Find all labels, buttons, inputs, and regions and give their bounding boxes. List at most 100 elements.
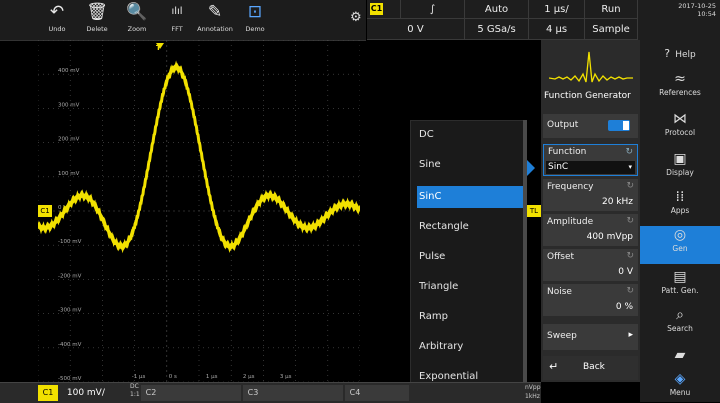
channel-4-tab[interactable]: C4: [345, 385, 409, 401]
date-text: 2017-10-25: [678, 2, 716, 10]
menu-item-arbitrary[interactable]: Arbitrary: [417, 336, 523, 358]
trigger-marker-label: T: [156, 44, 161, 52]
sample-rate[interactable]: 5 GSa/s: [465, 19, 529, 40]
nav-references[interactable]: ≈ References: [640, 70, 720, 106]
fft-button[interactable]: ılıl FFT: [158, 0, 196, 40]
back-button[interactable]: ↵ Back: [543, 356, 638, 380]
menu-item-rectangle[interactable]: Rectangle: [417, 216, 523, 238]
x-tick-label: 0 s: [169, 374, 177, 380]
nav-search[interactable]: ⌕ Search: [640, 306, 720, 342]
function-select[interactable]: SinC ▾: [546, 161, 635, 174]
offset-reset-icon[interactable]: ↻: [626, 251, 634, 261]
menu-item-sinc[interactable]: SinC: [417, 186, 523, 208]
chevron-down-icon: ▾: [628, 163, 632, 171]
time-per-div[interactable]: 1 µs/: [529, 0, 585, 19]
acquisition-mode[interactable]: Sample: [585, 19, 638, 40]
amplitude-label: Amplitude: [547, 217, 594, 227]
x-tick-label: -1 µs: [132, 374, 146, 380]
trigger-position-marker[interactable]: T: [156, 40, 164, 52]
noise-reset-icon[interactable]: ↻: [626, 286, 634, 296]
output-toggle[interactable]: [608, 120, 630, 131]
menu-item-ramp[interactable]: Ramp: [417, 306, 523, 328]
demo-label: Demo: [245, 25, 265, 33]
annotation-label: Annotation: [197, 25, 233, 33]
nav-apps[interactable]: ⁞⁞ Apps: [640, 188, 720, 224]
function-row[interactable]: Function ↻ SinC ▾: [543, 144, 638, 176]
pencil-icon: ✎: [207, 2, 223, 22]
help-icon: ?: [664, 47, 671, 60]
channel-offset-marker[interactable]: C1: [38, 205, 52, 217]
output-label: Output: [547, 120, 579, 130]
channel-3-tab[interactable]: C3: [243, 385, 343, 401]
channel-1-scale: 100 mV/: [66, 388, 105, 398]
sweep-row[interactable]: Sweep ▸: [543, 324, 638, 350]
trigger-mode[interactable]: Auto: [465, 0, 529, 19]
channel-1-tab[interactable]: C1 100 mV/ DC 1:1: [38, 383, 140, 401]
graticule: [38, 40, 360, 382]
noise-value[interactable]: 0 %: [616, 302, 633, 312]
fft-label: FFT: [171, 25, 183, 33]
y-axis-labels: 400 mV300 mV200 mV100 mV0 V-100 mV-200 m…: [58, 68, 82, 382]
help-label: Help: [675, 50, 696, 60]
y-tick-label: 200 mV: [58, 137, 80, 143]
trigger-source-cell[interactable]: C1: [367, 0, 401, 19]
channel-2-tab[interactable]: C2: [141, 385, 241, 401]
undo-button[interactable]: ↶ Undo: [38, 0, 76, 40]
y-tick-label: 100 mV: [58, 171, 80, 177]
trigger-slope[interactable]: ∫: [401, 0, 465, 19]
x-tick-label: 3 µs: [280, 374, 292, 380]
protocol-label: Protocol: [664, 128, 696, 137]
output-row[interactable]: Output: [543, 114, 638, 138]
menu-item-dc[interactable]: DC: [417, 124, 523, 146]
amplitude-row[interactable]: Amplitude ↻ 400 mVpp: [543, 214, 638, 246]
folder-icon: ▰: [674, 347, 686, 363]
amplitude-reset-icon[interactable]: ↻: [626, 216, 634, 226]
amplitude-value[interactable]: 400 mVpp: [587, 232, 633, 242]
nav-help[interactable]: ? Help: [640, 42, 720, 66]
offset-value[interactable]: 0 V: [618, 267, 633, 277]
function-select-value: SinC: [548, 162, 569, 172]
search-icon: ⌕: [676, 307, 684, 323]
y-tick-label: -300 mV: [58, 308, 82, 314]
channel-4-badge: C4: [349, 388, 361, 397]
pattern-generator-icon: ▤: [673, 269, 687, 285]
nav-pattern-generator[interactable]: ▤ Patt. Gen.: [640, 268, 720, 304]
demo-button[interactable]: ⊡ Demo: [236, 0, 274, 40]
menu-item-pulse[interactable]: Pulse: [417, 246, 523, 268]
y-tick-label: -100 mV: [58, 239, 82, 245]
noise-row[interactable]: Noise ↻ 0 %: [543, 284, 638, 316]
waveform-display[interactable]: 400 mV300 mV200 mV100 mV0 V-100 mV-200 m…: [38, 40, 360, 382]
reset-icon[interactable]: ↻: [625, 147, 633, 157]
references-label: References: [659, 88, 701, 97]
offset-row[interactable]: Offset ↻ 0 V: [543, 249, 638, 281]
frequency-reset-icon[interactable]: ↻: [626, 181, 634, 191]
gear-icon[interactable]: ⚙: [350, 10, 366, 30]
frequency-value[interactable]: 20 kHz: [602, 197, 633, 207]
frequency-row[interactable]: Frequency ↻ 20 kHz: [543, 179, 638, 211]
zoom-button[interactable]: 🔍 Zoom: [118, 0, 156, 40]
zoom-icon: 🔍: [126, 2, 148, 22]
annotation-button[interactable]: ✎ Annotation: [196, 0, 234, 40]
channel-bar: C1 100 mV/ DC 1:1 C2 C3 C4 nVpp 1kHz: [0, 382, 541, 403]
nav-menu[interactable]: ◈ Menu: [640, 370, 720, 402]
trigger-level-marker[interactable]: TL: [527, 205, 541, 217]
menu-item-triangle[interactable]: Triangle: [417, 276, 523, 298]
run-state[interactable]: Run: [585, 0, 638, 19]
apps-label: Apps: [670, 206, 690, 215]
nav-protocol[interactable]: ⋈ Protocol: [640, 110, 720, 146]
nav-gen[interactable]: ◎ Gen: [640, 226, 720, 264]
trigger-level[interactable]: 0 V: [367, 19, 465, 40]
x-tick-label: 2 µs: [243, 374, 255, 380]
frequency-label: Frequency: [547, 182, 594, 192]
back-label: Back: [583, 362, 605, 372]
nav-display[interactable]: ▣ Display: [640, 150, 720, 186]
display-icon: ▣: [673, 151, 687, 167]
nav-folder[interactable]: ▰: [640, 346, 720, 368]
delete-button[interactable]: 🗑 Delete: [78, 0, 116, 40]
record-time[interactable]: 4 µs: [529, 19, 585, 40]
menu-item-sine[interactable]: Sine: [417, 154, 523, 176]
function-dropdown: DC Sine SinC Rectangle Pulse Triangle Ra…: [410, 120, 526, 384]
trash-icon: 🗑: [86, 2, 108, 22]
generator-icon: ◎: [673, 227, 687, 243]
trigger-channel-badge: C1: [370, 3, 383, 15]
